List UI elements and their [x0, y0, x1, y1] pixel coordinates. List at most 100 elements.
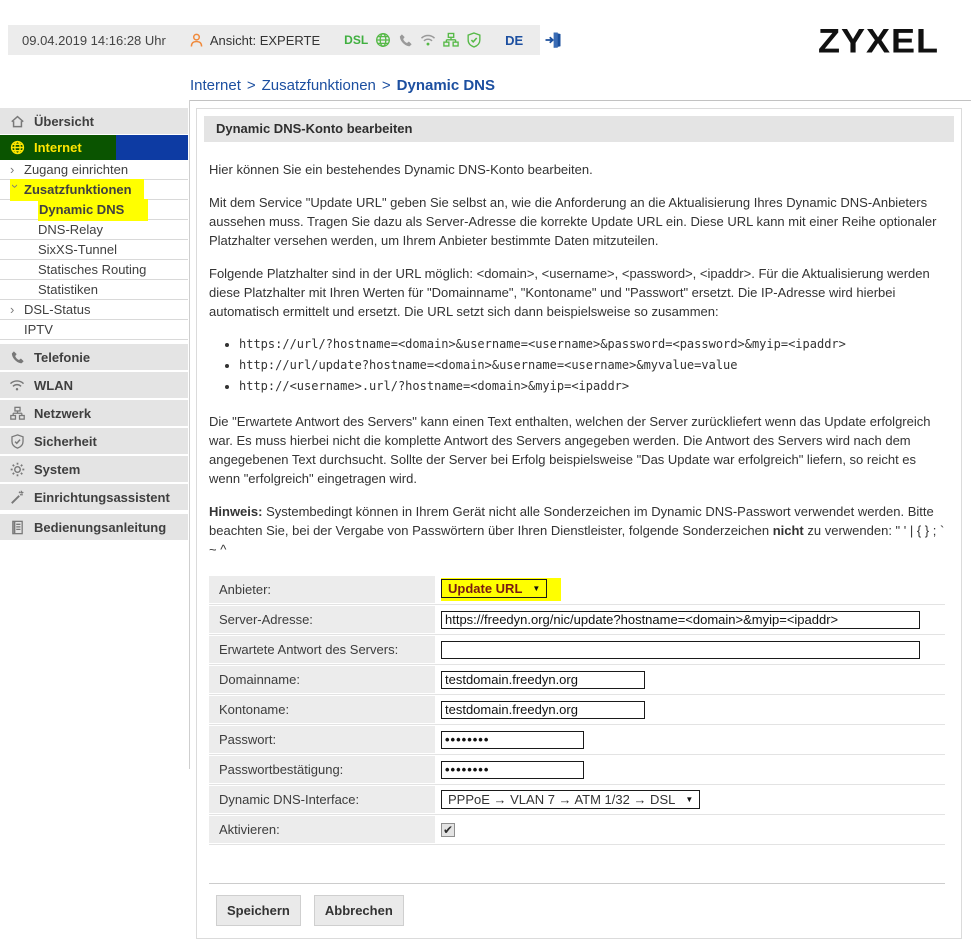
sidebar-item-sicherheit[interactable]: Sicherheit	[0, 428, 188, 454]
sidebar-item-bedienungsanleitung[interactable]: Bedienungsanleitung	[0, 514, 188, 540]
zyxel-logo: ZYXEL	[818, 21, 939, 61]
sidebar-item-wlan[interactable]: WLAN	[0, 372, 188, 398]
server-adresse-input[interactable]	[441, 611, 920, 629]
wifi-icon	[8, 376, 26, 394]
kontoname-input[interactable]	[441, 701, 645, 719]
intro-paragraph: Hier können Sie ein bestehendes Dynamic …	[209, 160, 945, 179]
network-icon	[8, 404, 26, 422]
page-body: Hier können Sie ein bestehendes Dynamic …	[197, 142, 961, 938]
sidebar-item-zugang-einrichten[interactable]: › Zugang einrichten	[0, 160, 188, 180]
sidebar-item-label: Übersicht	[34, 114, 94, 129]
sidebar-sections: Telefonie WLAN Netzwerk	[0, 344, 188, 540]
form-row-interface: Dynamic DNS-Interface: PPPoE → VLAN 7 → …	[209, 785, 945, 815]
wand-icon	[8, 488, 26, 506]
dyndns-form: Anbieter: Update URL ▼ Server-Adresse:	[209, 575, 945, 845]
sidebar-item-dns-relay[interactable]: DNS-Relay	[0, 220, 188, 240]
sidebar-item-sixxs-tunnel[interactable]: SixXS-Tunnel	[0, 240, 188, 260]
form-row-passwort: Passwort:	[209, 725, 945, 755]
network-status-icon	[442, 31, 460, 49]
sidebar-item-label: Bedienungsanleitung	[34, 520, 166, 535]
home-icon	[8, 112, 26, 130]
form-row-anbieter: Anbieter: Update URL ▼	[209, 575, 945, 605]
datetime-text: 09.04.2019 14:16:28 Uhr	[22, 33, 166, 48]
example-url: https://url/?hostname=<domain>&username=…	[239, 335, 945, 354]
field-label: Server-Adresse:	[209, 606, 435, 633]
field-label: Dynamic DNS-Interface:	[209, 786, 435, 813]
sidebar-item-zusatzfunktionen[interactable]: › Zusatzfunktionen	[0, 180, 188, 200]
form-row-aktivieren: Aktivieren: ✔	[209, 815, 945, 845]
note-paragraph: Hinweis: Systembedingt können in Ihrem G…	[209, 502, 945, 559]
sidebar-item-label: Statistiken	[38, 280, 98, 299]
sidebar-item-label: Zugang einrichten	[24, 160, 128, 179]
field-label: Passwortbestätigung:	[209, 756, 435, 783]
sidebar-item-statistiken[interactable]: Statistiken	[0, 280, 188, 300]
breadcrumb: Internet>Zusatzfunktionen>Dynamic DNS	[190, 77, 495, 94]
chevron-right-icon: ›	[10, 160, 24, 179]
sidebar-item-einrichtungsassistent[interactable]: Einrichtungsassistent	[0, 484, 188, 510]
interface-select[interactable]: PPPoE → VLAN 7 → ATM 1/32 → DSL ▼	[441, 790, 700, 809]
sidebar-item-dsl-status[interactable]: › DSL-Status	[0, 300, 188, 320]
erwartete-antwort-input[interactable]	[441, 641, 920, 659]
logout-button[interactable]	[543, 30, 563, 50]
topbar: 09.04.2019 14:16:28 Uhr Ansicht: EXPERTE…	[8, 25, 540, 55]
field-label: Domainname:	[209, 666, 435, 693]
sidebar-divider	[189, 100, 190, 769]
phone-status-icon	[397, 32, 414, 49]
highlight-marker: Dynamic DNS	[38, 199, 148, 221]
sidebar-item-internet-active[interactable]: Internet	[0, 135, 188, 160]
sidebar-item-system[interactable]: System	[0, 456, 188, 482]
sidebar-item-label: Statisches Routing	[38, 260, 146, 279]
passwortbestaetigung-input[interactable]	[441, 761, 584, 779]
form-row-erwartete-antwort: Erwartete Antwort des Servers:	[209, 635, 945, 665]
view-mode-control[interactable]: Ansicht: EXPERTE	[188, 32, 320, 49]
sidebar-item-telefonie[interactable]: Telefonie	[0, 344, 188, 370]
gear-icon	[8, 460, 26, 478]
breadcrumb-zusatzfunktionen[interactable]: Zusatzfunktionen	[262, 77, 376, 94]
internet-highlight: Internet	[0, 135, 116, 160]
field-label: Erwartete Antwort des Servers:	[209, 636, 435, 663]
note-label: Hinweis:	[209, 504, 262, 519]
button-bar: Speichern Abbrechen	[209, 883, 945, 938]
anbieter-select[interactable]: Update URL ▼	[441, 579, 547, 598]
sidebar-item-label: Internet	[34, 140, 82, 155]
example-url-list: https://url/?hostname=<domain>&username=…	[239, 335, 945, 396]
sidebar-item-label: Zusatzfunktionen	[24, 180, 132, 199]
page-title: Dynamic DNS-Konto bearbeiten	[204, 116, 954, 142]
sidebar-item-label: Telefonie	[34, 350, 90, 365]
field-label: Anbieter:	[209, 576, 435, 603]
sidebar-item-netzwerk[interactable]: Netzwerk	[0, 400, 188, 426]
sidebar-item-statisches-routing[interactable]: Statisches Routing	[0, 260, 188, 280]
sidebar-item-dynamic-dns[interactable]: Dynamic DNS	[0, 200, 188, 220]
sidebar-item-label: Dynamic DNS	[39, 200, 124, 219]
chevron-down-icon: ›	[6, 184, 25, 195]
dropdown-arrow-icon: ▼	[685, 790, 693, 809]
language-switch[interactable]: DE	[505, 33, 523, 48]
form-row-server-adresse: Server-Adresse:	[209, 605, 945, 635]
aktivieren-checkbox[interactable]: ✔	[441, 823, 455, 837]
status-icons: DSL	[344, 31, 483, 49]
passwort-input[interactable]	[441, 731, 584, 749]
field-label: Kontoname:	[209, 696, 435, 723]
breadcrumb-separator: >	[247, 77, 256, 94]
response-paragraph: Die "Erwartete Antwort des Servers" kann…	[209, 412, 945, 488]
form-row-passwortbestaetigung: Passwortbestätigung:	[209, 755, 945, 785]
sidebar-item-iptv[interactable]: IPTV	[0, 320, 188, 340]
field-label: Passwort:	[209, 726, 435, 753]
breadcrumb-separator: >	[382, 77, 391, 94]
cancel-button[interactable]: Abbrechen	[314, 895, 404, 926]
save-button[interactable]: Speichern	[216, 895, 301, 926]
globe-icon	[374, 31, 392, 49]
breadcrumb-internet[interactable]: Internet	[190, 77, 241, 94]
sidebar-item-label: DSL-Status	[24, 300, 90, 319]
placeholder-paragraph: Folgende Platzhalter sind in der URL mög…	[209, 264, 945, 321]
sidebar-item-uebersicht[interactable]: Übersicht	[0, 108, 188, 134]
sidebar-item-label: IPTV	[24, 320, 53, 339]
sidebar: Übersicht Internet › Zugang einrichten ›…	[0, 108, 188, 542]
user-icon	[188, 32, 205, 49]
phone-icon	[8, 348, 26, 366]
sidebar-item-label: Netzwerk	[34, 406, 91, 421]
domainname-input[interactable]	[441, 671, 645, 689]
highlight-marker: › Zusatzfunktionen	[10, 179, 144, 201]
globe-icon	[8, 139, 26, 157]
dropdown-arrow-icon: ▼	[532, 579, 540, 598]
